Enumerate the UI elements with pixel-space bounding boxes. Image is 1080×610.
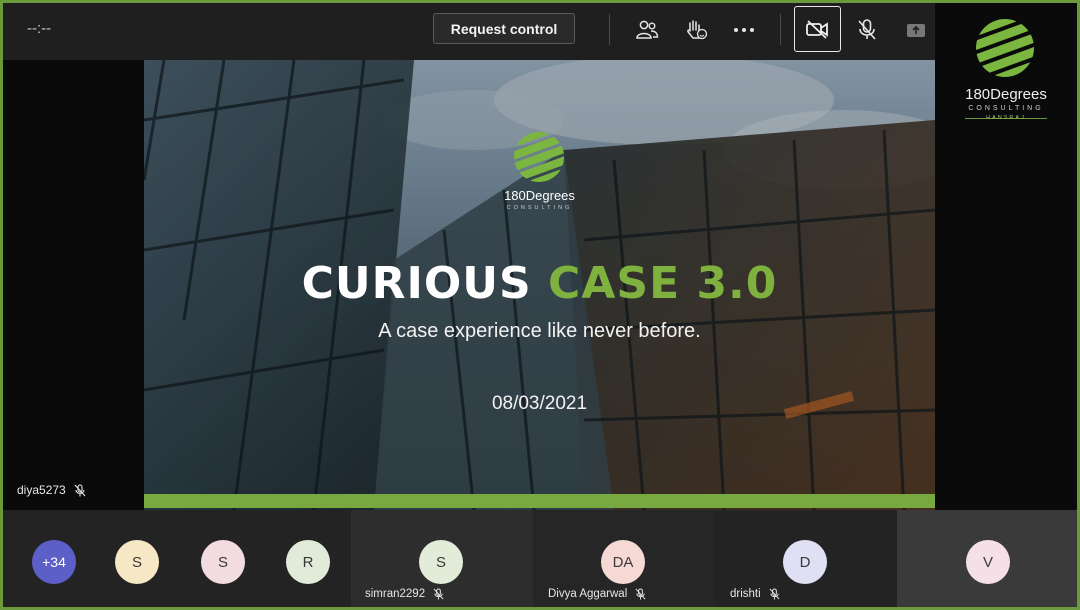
presenter-name-tag: diya5273 [17, 483, 86, 497]
request-control-button[interactable]: Request control [433, 13, 575, 44]
slide-title-white: CURIOUS [301, 258, 532, 309]
camera-off-icon[interactable] [794, 6, 841, 52]
participant-tile[interactable]: DA Divya Aggarwal [533, 510, 715, 607]
meeting-toolbar: --:-- Request control [3, 3, 935, 60]
more-participants-button[interactable]: +34 [32, 540, 76, 584]
presenter-video-area [3, 60, 144, 510]
participants-icon[interactable] [631, 14, 663, 46]
participant-name: simran2292 [365, 588, 426, 600]
participant-avatar: V [966, 540, 1010, 584]
brand-chapter: HANSRAJ [986, 115, 1026, 121]
meeting-window: --:-- Request control 180Degrees CONSULT… [3, 3, 1077, 607]
participant-avatar: S [419, 540, 463, 584]
participant-avatar[interactable]: S [115, 540, 159, 584]
slide-date: 08/03/2021 [491, 393, 588, 414]
brand-name: 180Degrees [965, 86, 1047, 103]
toolbar-divider [609, 14, 610, 45]
participant-tile[interactable]: S simran2292 [351, 510, 533, 607]
participant-tile[interactable]: D drishti [715, 510, 897, 607]
slide-subtitle: A case experience like never before. [378, 320, 701, 342]
participant-avatar[interactable]: R [286, 540, 330, 584]
shared-presentation-slide: 180Degrees CONSULTING CURIOUS CASE 3.0 A… [144, 60, 935, 510]
brand-subtitle: CONSULTING [968, 105, 1044, 112]
mic-muted-icon [433, 588, 444, 600]
slide-footer-bar [144, 494, 935, 508]
participant-name-tag: simran2292 [365, 588, 444, 600]
participant-name-tag: drishti [730, 588, 780, 600]
slide-brand-subtitle: CONSULTING [506, 205, 573, 211]
raise-hand-icon[interactable] [680, 14, 712, 46]
participant-name: Divya Aggarwal [548, 588, 628, 600]
participant-avatar[interactable]: S [201, 540, 245, 584]
slide-globe-logo-icon [512, 130, 566, 184]
logo-panel: 180Degrees CONSULTING HANSRAJ [935, 3, 1077, 510]
mic-muted-icon [769, 588, 780, 600]
mic-muted-icon [635, 588, 646, 600]
participants-overflow-tile: +34 S S R [3, 510, 351, 607]
globe-logo-icon [974, 17, 1036, 79]
presenter-name: diya5273 [17, 483, 66, 497]
participant-name: drishti [730, 588, 761, 600]
meeting-timer: --:-- [27, 20, 52, 37]
slide-title-green: CASE 3.0 [548, 258, 778, 309]
slide-brand-name: 180Degrees [504, 188, 575, 203]
participant-name-tag: Divya Aggarwal [548, 588, 646, 600]
mic-muted-icon [74, 483, 86, 497]
participants-gallery: +34 S S R S simran2292 DA Divya Aggarwal… [3, 510, 1077, 607]
slide-title: CURIOUS CASE 3.0 [144, 258, 935, 309]
more-options-icon[interactable] [728, 14, 760, 46]
participant-avatar: DA [601, 540, 645, 584]
participant-tile[interactable]: V [897, 510, 1077, 607]
participant-avatar: D [783, 540, 827, 584]
toolbar-divider [780, 14, 781, 45]
mic-off-icon[interactable] [851, 14, 883, 46]
share-tray-icon[interactable] [900, 14, 932, 46]
